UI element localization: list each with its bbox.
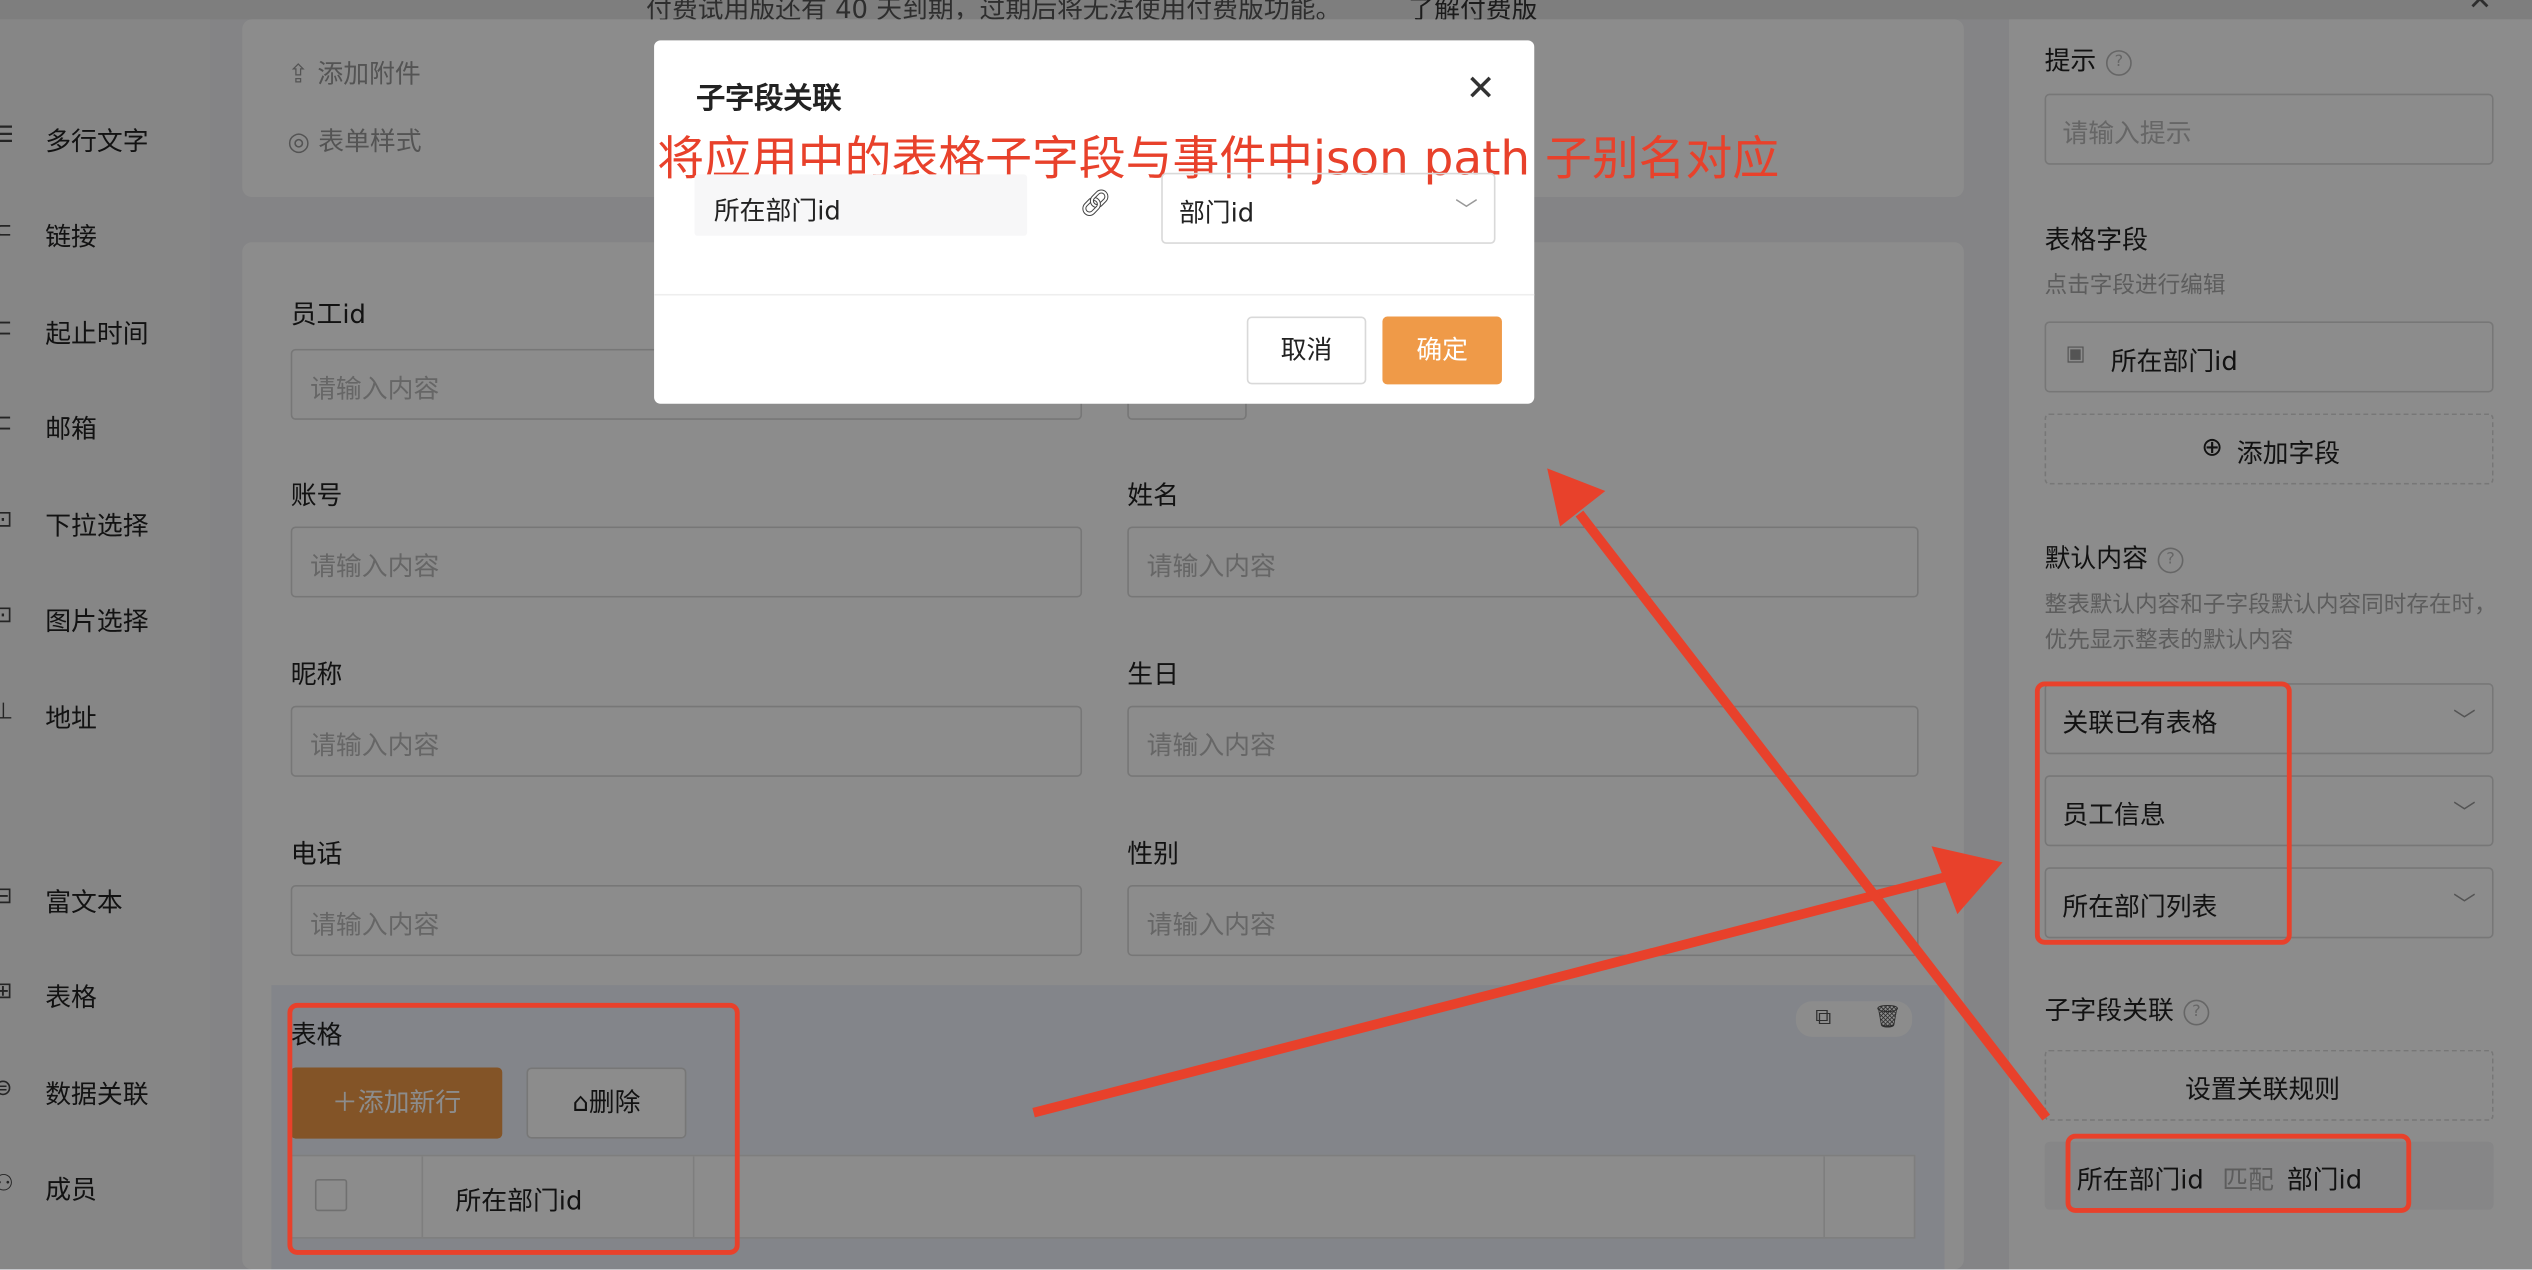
arrow-line-to-selects (1032, 872, 1948, 1118)
app-subfield: 所在部门id (694, 174, 1028, 236)
arrow-head-to-modal (1547, 468, 1606, 527)
arrow-line-to-modal (1575, 510, 2051, 1121)
chevron-down-icon: ﹀ (1455, 198, 1478, 225)
event-alias-select[interactable]: 部门id ﹀ (1161, 172, 1496, 244)
close-icon[interactable]: ✕ (1466, 72, 1496, 109)
app-subfield-name: 所在部门id (713, 195, 841, 227)
subfield-link-dialog: 子字段关联 ✕ 将应用中的表格子字段与事件中json path 子别名对应 所在… (654, 40, 1779, 404)
dialog-title: 子字段关联 (696, 82, 842, 117)
cancel-button[interactable]: 取消 (1246, 316, 1367, 385)
confirm-button[interactable]: 确定 (1382, 316, 1502, 385)
link-icon: 🔗︎ (1078, 187, 1112, 219)
select-value: 部门id (1178, 197, 1255, 228)
dialog-divider (654, 293, 1535, 296)
